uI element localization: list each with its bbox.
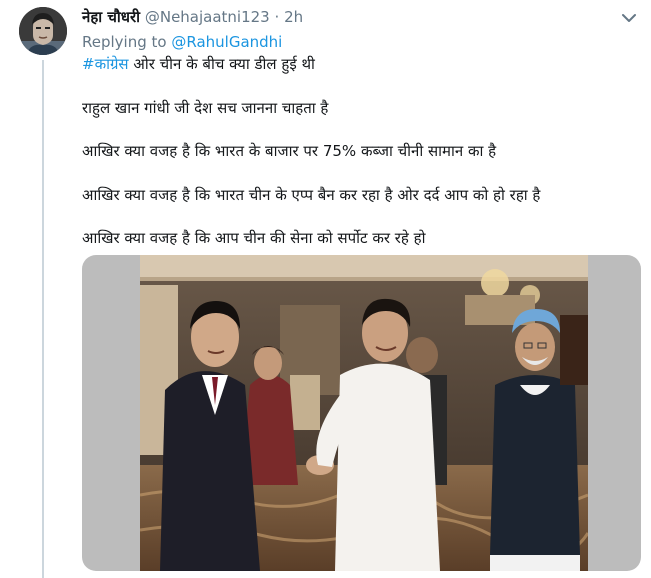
thread-line (42, 60, 44, 578)
line1-text: ओर चीन के बीच क्या डील हुई थी (128, 55, 315, 73)
tweet-media[interactable] (82, 255, 641, 571)
hashtag-link[interactable]: #कांग्रेस (82, 55, 129, 73)
replying-to: Replying to @RahulGandhi (82, 31, 282, 53)
tweet-text-line-5: आखिर क्या वजह है कि आप चीन की सेना को सर… (82, 229, 426, 247)
tweet-header: नेहा चौधरी @Nehajaatni123 · 2h (82, 6, 611, 28)
photo-illustration (140, 255, 588, 571)
tweet-photo (140, 255, 588, 571)
tweet-time[interactable]: 2h (284, 8, 303, 26)
replying-prefix: Replying to (82, 33, 167, 51)
chevron-down-icon[interactable] (621, 12, 637, 24)
avatar[interactable] (19, 7, 67, 55)
reply-mention-link[interactable]: @RahulGandhi (171, 33, 282, 51)
tweet: नेहा चौधरी @Nehajaatni123 · 2h Replying … (0, 0, 651, 578)
tweet-text-line-2: राहुल खान गांधी जी देश सच जानना चाहता है (82, 99, 329, 117)
separator-dot: · (274, 8, 280, 26)
tweet-text-line-4: आखिर क्या वजह है कि भारत चीन के एप्प बैन… (82, 186, 541, 204)
avatar-image (19, 7, 67, 55)
author-handle[interactable]: @Nehajaatni123 (145, 8, 270, 26)
tweet-text-line-3: आखिर क्या वजह है कि भारत के बाजार पर 75%… (82, 142, 497, 160)
tweet-text-line-1: #कांग्रेस ओर चीन के बीच क्या डील हुई थी (82, 53, 315, 75)
author-name[interactable]: नेहा चौधरी (82, 8, 140, 26)
